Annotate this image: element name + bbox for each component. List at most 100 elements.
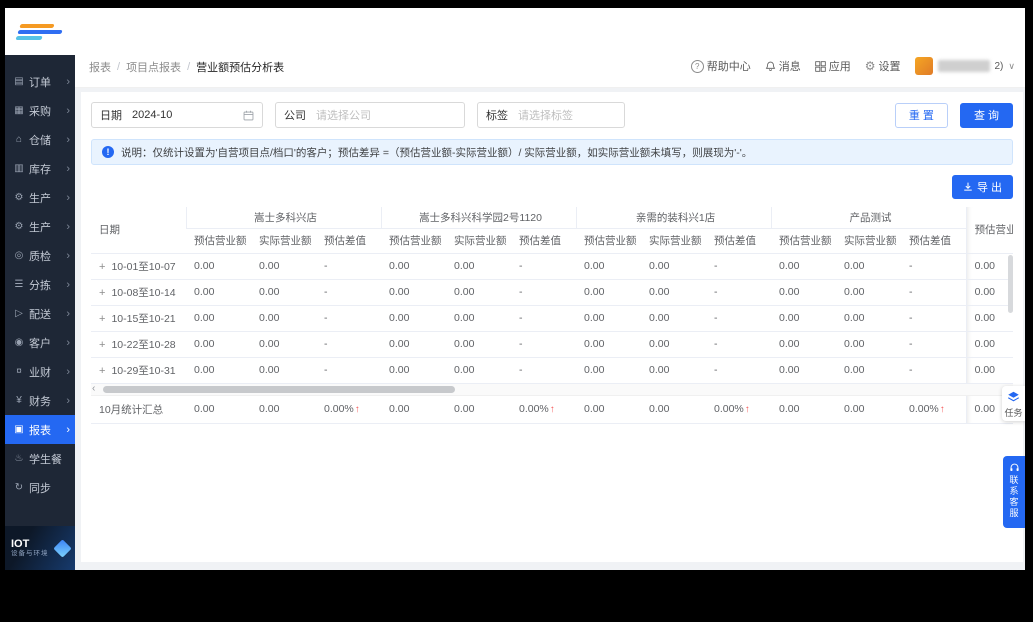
- sidebar-item-label: 仓储: [29, 134, 51, 147]
- cell-value: 0.00: [186, 253, 251, 280]
- sidebar-item-orders[interactable]: ▤ 订单 ›: [5, 67, 75, 96]
- orders-icon: ▤: [14, 76, 24, 87]
- summary-cell-value: 0.00: [576, 395, 641, 424]
- sidebar-item-warehouse[interactable]: ⌂ 仓储 ›: [5, 125, 75, 154]
- cell-value: -: [901, 331, 967, 358]
- sidebar-item-quality[interactable]: ◎ 质检 ›: [5, 241, 75, 270]
- cell-value: 0.00: [641, 357, 707, 384]
- headset-icon: [1009, 463, 1019, 471]
- messages-button[interactable]: 消息: [765, 58, 801, 74]
- logo-cell[interactable]: [5, 8, 75, 55]
- scrollbar-thumb[interactable]: [103, 385, 455, 393]
- expand-icon[interactable]: +: [99, 261, 105, 273]
- apps-label: 应用: [828, 61, 851, 73]
- chevron-right-icon: ›: [66, 307, 70, 320]
- cell-value: 0.00: [771, 253, 837, 280]
- sidebar-item-inventory[interactable]: ▥ 库存 ›: [5, 154, 75, 183]
- customer-service-button[interactable]: 联系客服: [1003, 456, 1025, 528]
- cell-value: 0.00: [836, 253, 902, 280]
- sidebar-item-customer[interactable]: ◉ 客户 ›: [5, 328, 75, 357]
- sidebar-item-sync[interactable]: ↻ 同步: [5, 473, 75, 502]
- sidebar-item-label: 报表: [29, 424, 51, 437]
- expand-icon[interactable]: +: [99, 287, 105, 299]
- chevron-right-icon: ›: [66, 133, 70, 146]
- scroll-left-icon[interactable]: ‹: [92, 383, 95, 394]
- iot-title: IOT: [11, 538, 30, 551]
- cell-value: 0.00: [446, 279, 512, 306]
- warehouse-icon: ⌂: [15, 134, 23, 145]
- chevron-right-icon: ›: [66, 191, 70, 204]
- cell-value: 0.00: [771, 279, 837, 306]
- query-button[interactable]: 查 询: [959, 102, 1013, 128]
- cell-value: 0.00: [186, 305, 251, 332]
- apps-button[interactable]: 应用: [815, 58, 851, 74]
- sidebar-item-label: 学生餐: [29, 453, 62, 466]
- sidebar-item-student-meal[interactable]: ♨ 学生餐: [5, 444, 75, 473]
- company-select[interactable]: 公司 请选择公司: [275, 102, 465, 128]
- student-meal-icon: ♨: [14, 453, 24, 464]
- cell-value: 0.00: [965, 357, 1013, 384]
- export-button[interactable]: 导 出: [951, 175, 1013, 199]
- sidebar-item-purchase[interactable]: ▦ 采购 ›: [5, 96, 75, 125]
- cell-value: -: [901, 305, 967, 332]
- iot-logo-icon: [53, 538, 72, 558]
- sidebar-item-delivery[interactable]: ▷ 配送 ›: [5, 299, 75, 328]
- sidebar-item-finance[interactable]: ¥ 财务 ›: [5, 386, 75, 415]
- business-icon: ¤: [16, 366, 22, 377]
- expand-icon[interactable]: +: [99, 313, 105, 325]
- cell-value: 0.00: [965, 331, 1013, 358]
- cell-value: -: [901, 253, 967, 280]
- cell-value: 0.00: [771, 357, 837, 384]
- vertical-scrollbar-thumb[interactable]: [1008, 255, 1013, 313]
- cell-value: 0.00: [251, 357, 316, 384]
- breadcrumb-reports[interactable]: 报表: [89, 59, 111, 75]
- download-icon: [964, 182, 972, 191]
- sidebar-item-sorting[interactable]: ☰ 分拣 ›: [5, 270, 75, 299]
- sidebar-item-production-2[interactable]: ⚙ 生产 ›: [5, 212, 75, 241]
- apps-grid-icon: [815, 60, 826, 72]
- up-arrow-icon: ↑: [354, 404, 360, 416]
- row-date-label: 10-29至10-31: [111, 364, 176, 377]
- notice-text: 说明：仅统计设置为'自营项目点/档口'的客户；预估差异 =（预估营业额-实际营业…: [121, 146, 753, 159]
- cell-value: -: [316, 279, 382, 306]
- horizontal-scrollbar[interactable]: ‹ ›: [91, 383, 1013, 396]
- tag-select[interactable]: 标签 请选择标签: [477, 102, 625, 128]
- company-placeholder: 请选择公司: [316, 110, 371, 122]
- chevron-right-icon: ›: [66, 336, 70, 349]
- cell-value: 0.00: [771, 331, 837, 358]
- group-header: 嵩士多科兴店: [185, 207, 382, 229]
- app-window: ▤ 订单 › ▦ 采购 › ⌂ 仓储 › ▥ 库存 › ⚙ 生产 › ⚙ 生产 › ◎ 质检 › ☰ 分拣 › ▷ 配送 › ◉ 客户 ›…: [5, 8, 1025, 570]
- help-center-button[interactable]: ? 帮助中心: [690, 58, 751, 74]
- finance-icon: ¥: [16, 395, 22, 406]
- summary-cell-value: 0.00: [381, 395, 446, 424]
- cell-value: -: [316, 357, 382, 384]
- date-label: 日期: [100, 110, 122, 122]
- table-row: +10-29至10-31 0.00 0.00-0.00 0.00-0.00 0.00-0…: [91, 357, 1013, 384]
- reset-button[interactable]: 重 置: [894, 102, 948, 128]
- expand-icon[interactable]: +: [99, 339, 105, 351]
- sidebar-item-production-1[interactable]: ⚙ 生产 ›: [5, 183, 75, 212]
- iot-panel[interactable]: IOT 设备与环境: [5, 526, 75, 570]
- sub-column-header: 预估差值: [706, 228, 772, 254]
- company-label: 公司: [284, 110, 306, 122]
- sidebar-item-business[interactable]: ¤ 业财 ›: [5, 357, 75, 386]
- chevron-right-icon: ›: [66, 423, 70, 436]
- cell-value: 0.00: [836, 305, 902, 332]
- summary-row: 10月统计汇总 0.00 0.00 0.00%↑ 0.00 0.00 0.00%↑ 0.00 0…: [91, 395, 1013, 424]
- col-header-date: 日期: [91, 207, 186, 254]
- top-bar: 报表 / 项目点报表 / 营业额预估分析表 ? 帮助中心 消息 应用 ⚙ 设置 …: [75, 8, 1025, 88]
- cell-value: -: [706, 305, 772, 332]
- sidebar-item-report[interactable]: ▣ 报表 ›: [5, 415, 75, 444]
- date-input[interactable]: 日期 2024-10: [91, 102, 263, 128]
- cell-value: 0.00: [641, 253, 707, 280]
- breadcrumb-project-reports[interactable]: 项目点报表: [126, 59, 181, 75]
- settings-button[interactable]: ⚙ 设置: [865, 58, 901, 74]
- calendar-icon[interactable]: [243, 110, 254, 121]
- cell-value: -: [316, 331, 382, 358]
- inventory-icon: ▥: [14, 163, 24, 174]
- expand-icon[interactable]: +: [99, 365, 105, 377]
- user-menu[interactable]: 2) ∨: [914, 57, 1015, 75]
- sidebar-item-label: 分拣: [29, 279, 51, 292]
- task-float-button[interactable]: 任务: [1002, 386, 1025, 421]
- up-arrow-icon: ↑: [549, 404, 555, 416]
